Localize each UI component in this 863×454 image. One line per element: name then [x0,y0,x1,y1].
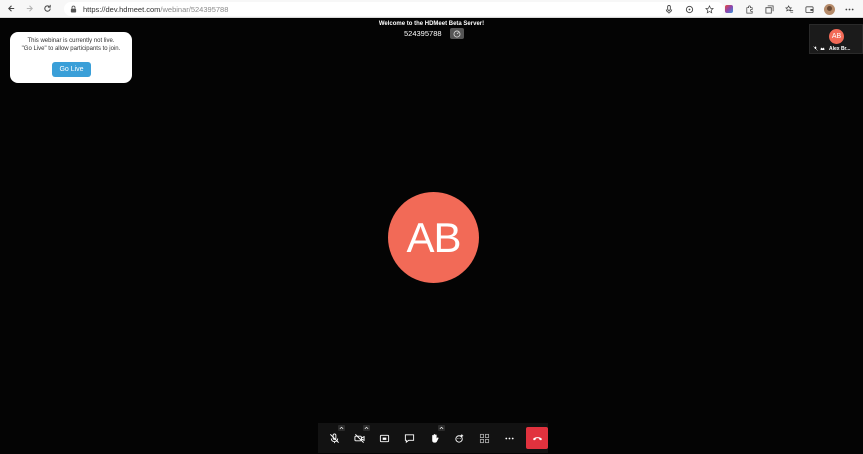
camera-options-caret[interactable] [363,425,371,431]
favorites-bar-icon[interactable] [783,3,795,15]
thumbnail-avatar: AB [829,29,844,44]
meeting-stage: Welcome to the HDMeet Beta Server! 52439… [0,19,863,454]
mic-options-caret[interactable] [338,425,346,431]
screen-share-button[interactable] [372,423,397,453]
chat-button[interactable] [397,423,422,453]
welcome-banner: Welcome to the HDMeet Beta Server! [378,21,485,27]
not-live-notice: This webinar is currently not live. "Go … [10,32,132,83]
notice-line-1: This webinar is currently not live. [27,38,115,44]
chat-icon [405,433,415,443]
more-icon [505,437,514,439]
url-path: /webinar/524395788 [160,4,229,14]
mic-muted-icon [330,432,339,443]
notice-line-2: "Go Live" to allow participants to join. [21,46,121,52]
lock-icon [70,5,77,13]
meeting-controls-toolbar [318,423,548,453]
collections-icon[interactable] [763,3,775,15]
favorites-star-icon[interactable] [703,3,715,15]
reload-icon [43,4,51,12]
participant-thumbnail[interactable]: AB Alex Br... [809,24,863,54]
moderator-icon [820,47,825,50]
raise-hand-button[interactable] [422,423,447,453]
more-actions-button[interactable] [497,423,522,453]
leave-meeting-button[interactable] [526,427,548,449]
thumbnail-status-bar: Alex Br... [810,44,862,53]
chevron-up-icon [439,426,444,430]
reactions-options-caret[interactable] [438,425,446,431]
camera-off-icon [354,433,365,443]
profile-avatar[interactable] [823,3,835,15]
mic-toggle-button[interactable] [322,423,347,453]
reactions-icon [455,433,464,443]
microphone-icon[interactable] [663,3,675,15]
chevron-up-icon [339,426,344,430]
arrow-right-icon [26,5,33,12]
more-menu-icon[interactable] [843,3,855,15]
extension-icon[interactable] [723,3,735,15]
camera-toggle-button[interactable] [347,423,372,453]
address-bar[interactable]: https://dev.hdmeet.com/webinar/524395788 [64,2,724,16]
puzzle-icon[interactable] [743,3,755,15]
reload-button[interactable] [40,2,54,16]
url-host: https://dev.hdmeet.com [83,4,161,14]
thumbnail-name: Alex Br... [829,45,851,52]
chevron-up-icon [364,426,369,430]
connection-indicator[interactable] [449,28,464,39]
main-participant-avatar: AB [388,192,479,283]
forward-button[interactable] [22,2,36,16]
url-text: https://dev.hdmeet.com/webinar/524395788 [83,5,228,14]
tile-view-icon [480,433,490,443]
tile-view-button[interactable] [472,423,497,453]
screen-share-icon [380,434,390,442]
participants-button[interactable] [447,423,472,453]
browser-actions [663,2,855,16]
hangup-icon [532,436,542,440]
connection-quality-icon [453,30,460,37]
go-live-button[interactable]: Go Live [52,62,91,77]
back-button[interactable] [4,2,18,16]
wallet-icon[interactable] [803,3,815,15]
site-settings-icon[interactable] [683,3,695,15]
mic-muted-icon [813,46,818,51]
meeting-id: 524395788 [404,29,442,38]
browser-toolbar: https://dev.hdmeet.com/webinar/524395788 [0,0,863,18]
arrow-left-icon [7,5,14,12]
raise-hand-icon [432,433,439,443]
meeting-info: 524395788 [404,28,464,39]
